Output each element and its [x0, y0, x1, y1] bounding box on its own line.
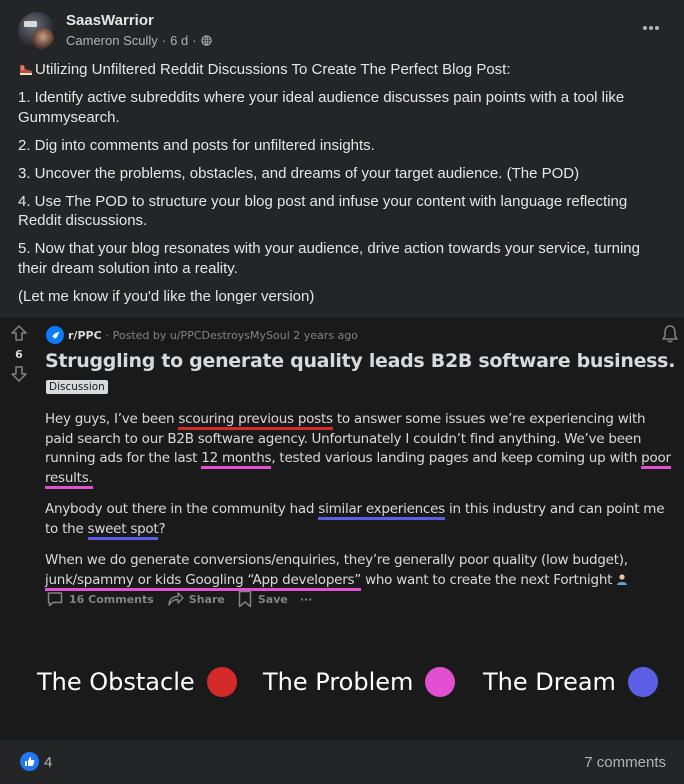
reddit-screenshot-image[interactable]: 6 r/PPC · Posted by u/PPCDestroysMySoul … [0, 318, 684, 740]
comments-button[interactable]: 16 Comments [46, 590, 154, 608]
text-span: Anybody out there in the community had [45, 501, 319, 517]
reddit-paragraph: Anybody out there in the community had s… [45, 500, 675, 540]
post-footer: 4 7 comments [0, 740, 684, 784]
dream-highlight: similar experiences [318, 501, 445, 520]
comment-icon [47, 592, 63, 607]
post-point: 5. Now that your blog resonates with you… [18, 240, 640, 277]
avatar-figure [32, 28, 54, 50]
shoe-icon [20, 65, 32, 75]
legend-dream: The Dream [483, 667, 658, 697]
posted-by: · Posted by u/PPCDestroysMySoul 2 years … [105, 328, 358, 342]
post-point: 2. Dig into comments and posts for unfil… [18, 136, 375, 154]
post-point: 3. Uncover the problems, obstacles, and … [18, 164, 580, 182]
flair-badge: Discussion [46, 380, 108, 394]
post-time[interactable]: 6 d [170, 33, 188, 48]
post-point: (Let me know if you'd like the longer ve… [18, 287, 315, 305]
meta-separator: · [192, 33, 197, 48]
subauthor-name[interactable]: Cameron Scully [66, 33, 158, 48]
legend-label: The Problem [263, 668, 414, 696]
post-point: 4. Use The POD to structure your blog po… [18, 192, 628, 230]
legend-dot [627, 667, 658, 697]
problem-highlight: 12 months [201, 450, 272, 469]
legend-dot [206, 667, 237, 697]
bell-icon[interactable] [660, 324, 680, 344]
reaction-count[interactable]: 4 [44, 754, 52, 771]
subreddit-row: r/PPC · Posted by u/PPCDestroysMySoul 2 … [46, 326, 358, 344]
reddit-more-label: ··· [299, 592, 313, 606]
person-icon [617, 573, 628, 585]
reddit-more-button[interactable]: ··· [300, 593, 313, 606]
meta-separator: · [161, 33, 167, 48]
post-point: 1. Identify active subreddits where your… [18, 89, 625, 126]
more-icon [643, 26, 659, 30]
vote-column: 6 [8, 324, 30, 383]
text-span: , tested various landing pages and keep … [271, 450, 642, 466]
text-span: When we do generate conversions/enquirie… [45, 552, 628, 568]
like-icon[interactable] [20, 752, 39, 771]
subreddit-name[interactable]: r/PPC [68, 329, 102, 342]
reddit-paragraph: When we do generate conversions/enquirie… [45, 551, 675, 591]
reddit-post-title: Struggling to generate quality leads B2B… [45, 350, 676, 372]
share-button[interactable]: Share [166, 590, 225, 608]
legend-label: The Dream [483, 668, 616, 696]
post-meta: Cameron Scully · 6 d · [66, 33, 212, 48]
bookmark-icon [238, 590, 252, 608]
post-lead-line: Utilizing Unfiltered Reddit Discussions … [18, 60, 668, 80]
more-options-button[interactable] [642, 20, 660, 31]
upvote-icon[interactable] [10, 324, 28, 342]
legend-label: The Obstacle [37, 668, 195, 696]
avatar-logo [24, 21, 37, 27]
vote-count: 6 [15, 348, 23, 361]
legend-obstacle: The Obstacle [37, 667, 237, 697]
comments-label: 16 Comments [69, 592, 154, 606]
reddit-actions: 16 Comments Share Save ··· [46, 590, 312, 608]
problem-highlight: junk/spammy or kids Googling “App develo… [45, 571, 361, 591]
text-span: who want to create the next Fortnight [361, 571, 617, 588]
text-span: ? [158, 520, 166, 537]
obstacle-highlight: scouring previous posts [178, 411, 333, 430]
avatar[interactable] [18, 12, 56, 50]
comments-count-link[interactable]: 7 comments [584, 754, 666, 771]
rocket-icon [46, 326, 64, 344]
legend-dot [425, 667, 456, 697]
post-header: SaasWarrior Cameron Scully · 6 d · [0, 0, 684, 58]
save-label: Save [257, 592, 288, 606]
reddit-post-body: Hey guys, I’ve been scouring previous po… [45, 410, 675, 602]
author-name[interactable]: SaasWarrior [66, 12, 154, 29]
post-text: Utilizing Unfiltered Reddit Discussions … [18, 60, 668, 315]
pod-legend: The Obstacle The Problem The Dream [0, 663, 684, 703]
reddit-paragraph: Hey guys, I’ve been scouring previous po… [45, 410, 675, 489]
save-button[interactable]: Save [237, 590, 288, 608]
dream-highlight: sweet spot [87, 520, 159, 540]
downvote-icon[interactable] [10, 365, 28, 383]
legend-problem: The Problem [263, 667, 456, 697]
text-span: Hey guys, I’ve been [45, 411, 179, 427]
globe-icon [200, 35, 212, 46]
share-label: Share [188, 592, 225, 606]
share-icon [168, 592, 184, 606]
post-lead: Utilizing Unfiltered Reddit Discussions … [35, 61, 511, 78]
